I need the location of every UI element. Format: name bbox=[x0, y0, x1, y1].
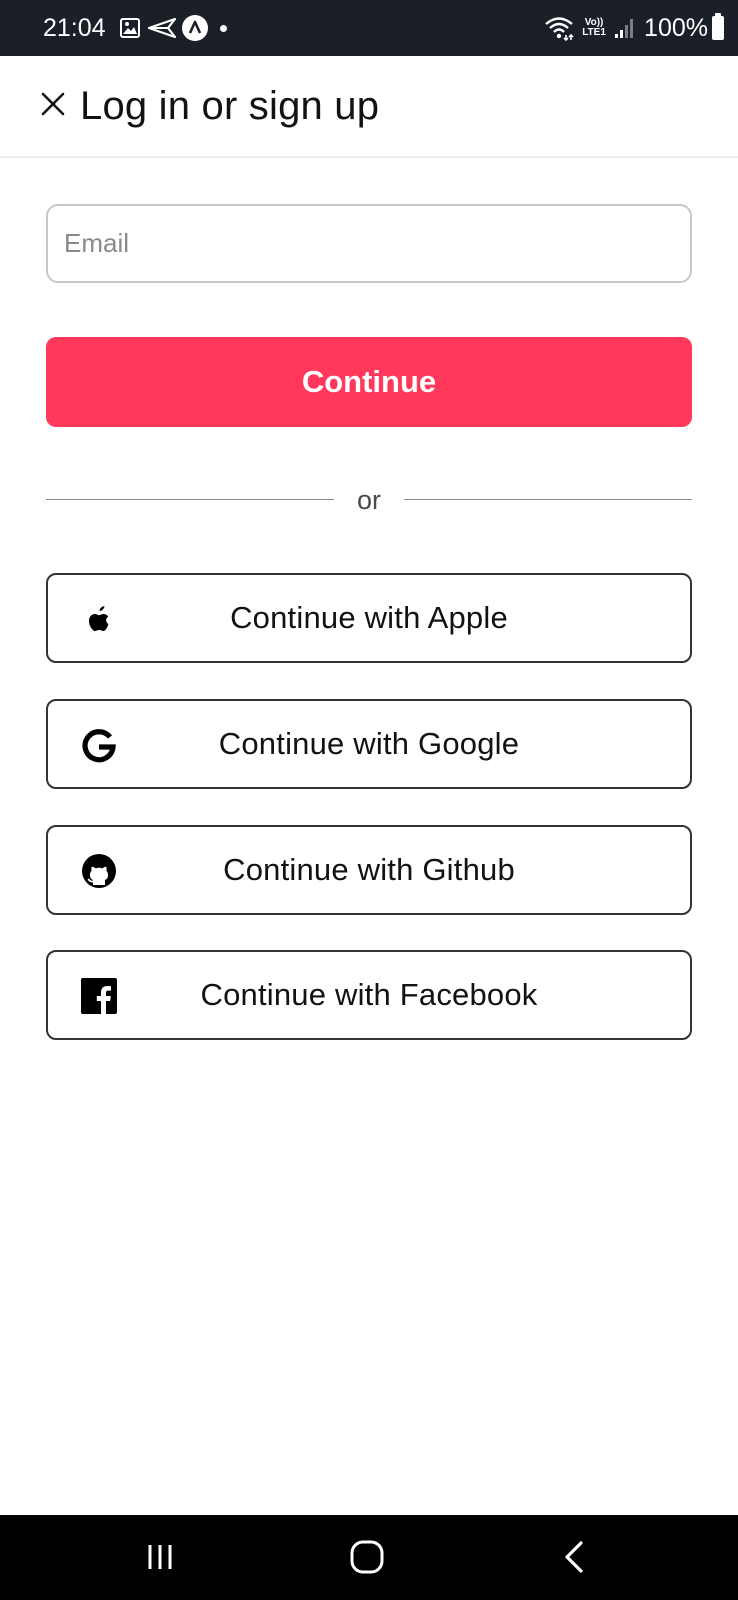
github-icon bbox=[82, 854, 116, 888]
facebook-button-label: Continue with Facebook bbox=[200, 977, 538, 1012]
dot-icon bbox=[220, 24, 227, 32]
or-divider: or bbox=[46, 484, 692, 524]
divider-text: or bbox=[356, 485, 381, 515]
image-icon bbox=[120, 18, 140, 38]
status-bar: 21:04 Vo)) LTE1 100% bbox=[0, 0, 738, 56]
close-icon[interactable] bbox=[38, 89, 68, 119]
continue-with-facebook-button[interactable]: Continue with Facebook bbox=[46, 950, 692, 1040]
recents-icon[interactable] bbox=[144, 1541, 176, 1573]
continue-with-apple-button[interactable]: Continue with Apple bbox=[46, 573, 692, 663]
send-icon bbox=[148, 18, 176, 38]
header: Log in or sign up bbox=[0, 56, 738, 158]
continue-button[interactable]: Continue bbox=[46, 337, 692, 427]
facebook-icon bbox=[81, 978, 117, 1014]
divider-line-right bbox=[404, 499, 692, 500]
status-time: 21:04 bbox=[43, 14, 106, 42]
status-system-icons: Vo)) LTE1 100% bbox=[544, 12, 724, 44]
lte-label: LTE1 bbox=[582, 27, 606, 38]
network-type-label: Vo)) LTE1 bbox=[580, 18, 608, 38]
page-title: Log in or sign up bbox=[80, 84, 380, 128]
signal-icon bbox=[615, 19, 634, 38]
email-field[interactable] bbox=[46, 204, 692, 283]
wifi-icon bbox=[545, 17, 574, 41]
apple-button-label: Continue with Apple bbox=[230, 600, 508, 635]
continue-with-google-button[interactable]: Continue with Google bbox=[46, 699, 692, 789]
github-button-label: Continue with Github bbox=[223, 852, 515, 887]
back-icon[interactable] bbox=[561, 1539, 587, 1575]
home-icon[interactable] bbox=[349, 1539, 385, 1575]
battery-icon bbox=[712, 13, 724, 40]
apple-icon bbox=[89, 606, 109, 631]
google-button-label: Continue with Google bbox=[218, 726, 520, 761]
battery-percent: 100% bbox=[644, 14, 708, 42]
app-a-icon bbox=[182, 15, 208, 41]
status-notification-icons bbox=[120, 14, 227, 42]
google-icon bbox=[82, 729, 116, 763]
continue-with-github-button[interactable]: Continue with Github bbox=[46, 825, 692, 915]
system-nav-bar bbox=[0, 1515, 738, 1600]
